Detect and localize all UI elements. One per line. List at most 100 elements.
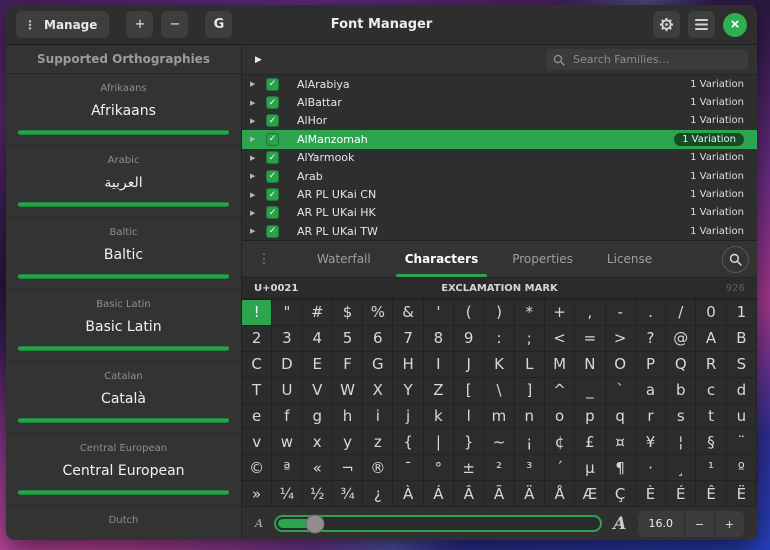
- charmap-cell[interactable]: Ê: [696, 481, 725, 506]
- charmap-cell[interactable]: u: [727, 404, 756, 429]
- charmap-cell[interactable]: p: [575, 404, 604, 429]
- font-size-value[interactable]: 16.0: [638, 511, 685, 537]
- charmap-cell[interactable]: a: [636, 378, 665, 403]
- charmap-cell[interactable]: ,: [575, 300, 604, 325]
- charmap-cell[interactable]: 7: [393, 326, 422, 351]
- charmap-cell[interactable]: z: [363, 429, 392, 454]
- expander-icon[interactable]: ▶: [250, 154, 262, 162]
- charmap-cell[interactable]: t: [696, 404, 725, 429]
- close-window-button[interactable]: ×: [723, 13, 747, 37]
- google-fonts-button[interactable]: G: [205, 11, 232, 38]
- charmap-cell[interactable]: ¸: [666, 455, 695, 480]
- charmap-cell[interactable]: B: [727, 326, 756, 351]
- font-family-row[interactable]: ▶ ✓ AlArabiya 1 Variation: [242, 75, 757, 93]
- font-enabled-checkbox[interactable]: ✓: [266, 206, 279, 219]
- charmap-cell[interactable]: n: [515, 404, 544, 429]
- preview-tab[interactable]: License: [590, 241, 669, 277]
- charmap-cell[interactable]: f: [272, 404, 301, 429]
- orthography-item[interactable]: Catalan Català: [6, 362, 241, 434]
- charmap-cell[interactable]: j: [393, 404, 422, 429]
- font-family-row[interactable]: ▶ ✓ AR PL UKai CN 1 Variation: [242, 185, 757, 203]
- charmap-cell[interactable]: r: [636, 404, 665, 429]
- charmap-cell[interactable]: D: [272, 352, 301, 377]
- charmap-cell[interactable]: ": [272, 300, 301, 325]
- charmap-cell[interactable]: ¡: [515, 429, 544, 454]
- font-enabled-checkbox[interactable]: ✓: [266, 151, 279, 164]
- charmap-cell[interactable]: ¦: [666, 429, 695, 454]
- charmap-cell[interactable]: ª: [272, 455, 301, 480]
- charmap-cell[interactable]: A: [696, 326, 725, 351]
- charmap-cell[interactable]: #: [303, 300, 332, 325]
- manage-button[interactable]: ⋮ Manage: [16, 11, 109, 38]
- app-menu-button[interactable]: [688, 11, 715, 38]
- charmap-cell[interactable]: Å: [545, 481, 574, 506]
- charmap-cell[interactable]: y: [333, 429, 362, 454]
- charmap-cell[interactable]: ´: [545, 455, 574, 480]
- charmap-cell[interactable]: R: [696, 352, 725, 377]
- charmap-cell[interactable]: ?: [636, 326, 665, 351]
- charmap-cell[interactable]: 9: [454, 326, 483, 351]
- font-enabled-checkbox[interactable]: ✓: [266, 188, 279, 201]
- charmap-cell[interactable]: !: [242, 300, 271, 325]
- font-enabled-checkbox[interactable]: ✓: [266, 170, 279, 183]
- charmap-cell[interactable]: «: [303, 455, 332, 480]
- character-search-button[interactable]: [722, 246, 749, 273]
- charmap-cell[interactable]: d: [727, 378, 756, 403]
- font-family-row[interactable]: ▶ ✓ AR PL UKai TW 1 Variation: [242, 222, 757, 240]
- expander-icon[interactable]: ▶: [250, 99, 262, 107]
- charmap-cell[interactable]: J: [454, 352, 483, 377]
- charmap-cell[interactable]: ]: [515, 378, 544, 403]
- charmap-cell[interactable]: 6: [363, 326, 392, 351]
- settings-button[interactable]: [653, 11, 680, 38]
- charmap-cell[interactable]: @: [666, 326, 695, 351]
- charmap-cell[interactable]: X: [363, 378, 392, 403]
- charmap-cell[interactable]: ±: [454, 455, 483, 480]
- charmap-cell[interactable]: ¶: [606, 455, 635, 480]
- charmap-cell[interactable]: T: [242, 378, 271, 403]
- charmap-cell[interactable]: +: [545, 300, 574, 325]
- charmap-cell[interactable]: [: [454, 378, 483, 403]
- expander-icon[interactable]: ▶: [250, 172, 262, 180]
- expander-icon[interactable]: ▶: [250, 191, 262, 199]
- charmap-cell[interactable]: P: [636, 352, 665, 377]
- preview-tab[interactable]: Waterfall: [300, 241, 388, 277]
- charmap-cell[interactable]: ½: [303, 481, 332, 506]
- charmap-cell[interactable]: Ä: [515, 481, 544, 506]
- charmap-cell[interactable]: l: [454, 404, 483, 429]
- add-fonts-button[interactable]: +: [126, 11, 153, 38]
- charmap-cell[interactable]: 2: [242, 326, 271, 351]
- charmap-cell[interactable]: V: [303, 378, 332, 403]
- charmap-cell[interactable]: §: [696, 429, 725, 454]
- font-enabled-checkbox[interactable]: ✓: [266, 114, 279, 127]
- charmap-cell[interactable]: =: [575, 326, 604, 351]
- charmap-cell[interactable]: .: [636, 300, 665, 325]
- charmap-cell[interactable]: µ: [575, 455, 604, 480]
- orthography-item[interactable]: Baltic Baltic: [6, 218, 241, 290]
- charmap-cell[interactable]: b: [666, 378, 695, 403]
- charmap-cell[interactable]: °: [424, 455, 453, 480]
- charmap-cell[interactable]: c: [696, 378, 725, 403]
- charmap-cell[interactable]: ~: [484, 429, 513, 454]
- charmap-cell[interactable]: £: [575, 429, 604, 454]
- charmap-cell[interactable]: >: [606, 326, 635, 351]
- charmap-cell[interactable]: ): [484, 300, 513, 325]
- charmap-cell[interactable]: ·: [636, 455, 665, 480]
- charmap-cell[interactable]: º: [727, 455, 756, 480]
- preview-menu-button[interactable]: ⋮: [250, 250, 278, 268]
- charmap-cell[interactable]: L: [515, 352, 544, 377]
- font-size-slider[interactable]: [274, 515, 602, 532]
- charmap-cell[interactable]: F: [333, 352, 362, 377]
- font-family-row[interactable]: ▶ ✓ AlBattar 1 Variation: [242, 93, 757, 111]
- charmap-cell[interactable]: o: [545, 404, 574, 429]
- expand-all-toggle[interactable]: ▶: [251, 54, 266, 65]
- font-family-row[interactable]: ▶ ✓ AR PL UKai HK 1 Variation: [242, 204, 757, 222]
- charmap-cell[interactable]: H: [393, 352, 422, 377]
- charmap-cell[interactable]: G: [363, 352, 392, 377]
- charmap-cell[interactable]: N: [575, 352, 604, 377]
- font-enabled-checkbox[interactable]: ✓: [266, 96, 279, 109]
- charmap-cell[interactable]: ®: [363, 455, 392, 480]
- charmap-cell[interactable]: 4: [303, 326, 332, 351]
- font-family-row[interactable]: ▶ ✓ Arab 1 Variation: [242, 167, 757, 185]
- expander-icon[interactable]: ▶: [250, 209, 262, 217]
- charmap-cell[interactable]: s: [666, 404, 695, 429]
